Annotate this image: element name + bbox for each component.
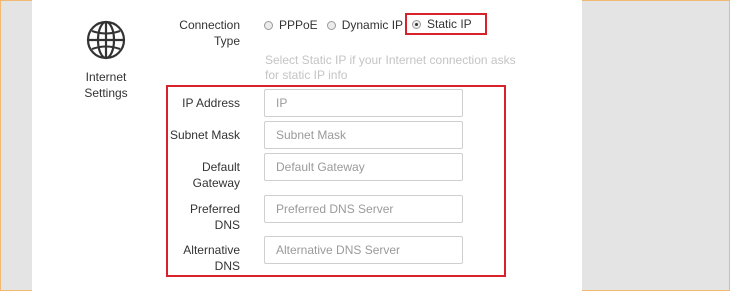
preferred-dns-label: Preferred DNS xyxy=(190,201,240,233)
hint-line1: Select Static IP if your Internet connec… xyxy=(265,53,516,67)
default-gateway-input[interactable] xyxy=(264,153,463,181)
connection-type-label: Connection Type xyxy=(160,17,240,49)
radio-static-ip[interactable] xyxy=(412,19,421,29)
radio-option-pppoe[interactable]: PPPoE xyxy=(264,18,318,32)
alternative-dns-label-line2: DNS xyxy=(214,259,240,273)
connection-type-label-line2: Type xyxy=(213,34,240,48)
default-gateway-label-line2: Gateway xyxy=(192,176,240,190)
default-gateway-label: Default Gateway xyxy=(193,159,240,191)
alternative-dns-label: Alternative DNS xyxy=(183,242,240,274)
radio-pppoe-label: PPPoE xyxy=(279,18,318,32)
preferred-dns-label-line1: Preferred xyxy=(189,202,240,216)
subnet-mask-label: Subnet Mask xyxy=(169,128,240,142)
section-title-line2: Settings xyxy=(84,86,128,100)
radio-static-ip-label: Static IP xyxy=(427,17,472,31)
radio-option-static-ip[interactable]: Static IP xyxy=(405,13,487,35)
hint-line2: for static IP info xyxy=(265,68,348,82)
default-gateway-label-line1: Default xyxy=(201,160,240,174)
section-title-line1: Internet xyxy=(85,70,127,84)
alternative-dns-label-line1: Alternative xyxy=(183,243,240,257)
alternative-dns-input[interactable] xyxy=(264,236,463,264)
connection-type-hint: Select Static IP if your Internet connec… xyxy=(265,53,525,83)
radio-option-dynamic-ip[interactable]: Dynamic IP xyxy=(326,18,404,32)
connection-type-radio-group: PPPoE Dynamic IP xyxy=(264,17,412,33)
section-title: Internet Settings xyxy=(70,69,142,101)
ip-address-input[interactable] xyxy=(264,89,463,117)
preferred-dns-input[interactable] xyxy=(264,195,463,223)
radio-dynamic-ip[interactable] xyxy=(326,20,336,30)
subnet-mask-input[interactable] xyxy=(264,121,463,149)
radio-dynamic-ip-label: Dynamic IP xyxy=(341,18,404,32)
globe-icon xyxy=(86,20,126,60)
ip-address-label: IP Address xyxy=(182,96,240,110)
connection-type-label-line1: Connection xyxy=(179,18,240,32)
radio-pppoe[interactable] xyxy=(264,20,273,30)
preferred-dns-label-line2: DNS xyxy=(214,218,240,232)
